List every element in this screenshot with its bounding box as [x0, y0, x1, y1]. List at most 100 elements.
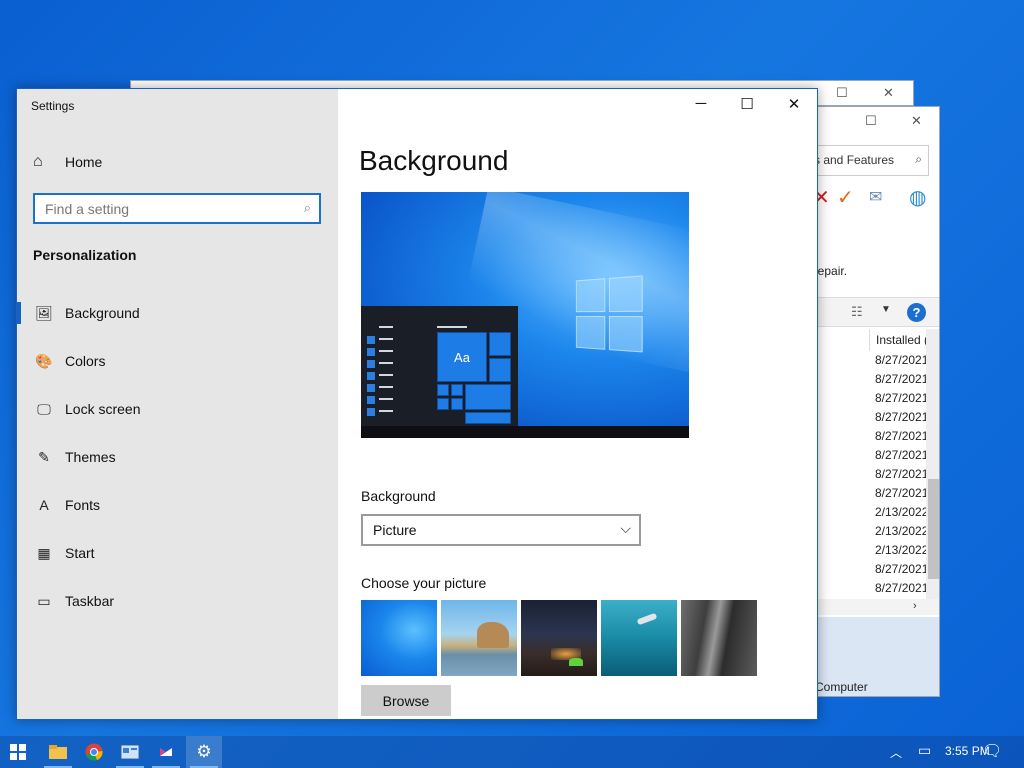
settings-taskbar-button[interactable]: ⚙ [186, 736, 222, 768]
sidebar-item-background[interactable]: 🖼 Background [17, 289, 338, 337]
installed-date-cell[interactable]: 8/27/2021 [869, 372, 929, 391]
programs-search-text: s and Features [814, 153, 895, 167]
installed-date-cell[interactable]: 2/13/2022 [869, 524, 929, 543]
back-window-maximize-button[interactable]: ☐ [836, 85, 848, 101]
windows-taskbar: ⚙ ︿ ▭ 3:55 PM 🗨 [0, 736, 1024, 768]
back-window-close-button[interactable]: ✕ [883, 85, 894, 101]
visual-studio-icon [160, 748, 172, 756]
view-list-icon[interactable]: ☷ [851, 304, 863, 320]
installed-date-cell[interactable]: 8/27/2021 [869, 429, 929, 448]
sidebar-item-label: Fonts [65, 497, 101, 513]
installed-date-cell[interactable]: 8/27/2021 [869, 448, 929, 467]
control-panel-button[interactable] [112, 736, 148, 768]
picture-rock-cliff[interactable] [681, 600, 757, 676]
browse-button[interactable]: Browse [361, 685, 451, 716]
installed-date-cell[interactable]: 8/27/2021 [869, 391, 929, 410]
window-title: Settings [31, 99, 75, 113]
start-tiles-icon: ▦ [37, 544, 51, 561]
show-hidden-icons-chevron-icon[interactable]: ︿ [890, 744, 902, 761]
font-icon: A [39, 497, 49, 513]
choose-picture-label: Choose your picture [361, 575, 487, 591]
picture-windows-default[interactable] [361, 600, 437, 676]
installed-date-cell[interactable]: 8/27/2021 [869, 486, 929, 505]
programs-window-close-button[interactable]: ✕ [911, 113, 922, 129]
folder-icon [49, 745, 67, 759]
sidebar-item-taskbar[interactable]: ▭ Taskbar [17, 577, 338, 625]
sidebar-item-colors[interactable]: 🎨 Colors [17, 337, 338, 385]
programs-window-maximize-button[interactable]: ☐ [865, 113, 877, 129]
picture-beach-rocks[interactable] [441, 600, 517, 676]
settings-window[interactable]: Settings ⌂ Home ⌕ Personalization 🖼 Backg… [16, 88, 818, 720]
find-setting-box[interactable]: ⌕ [33, 193, 321, 224]
section-title: Personalization [33, 247, 137, 263]
picture-underwater-swimmer[interactable] [601, 600, 677, 676]
sidebar-item-label: Lock screen [65, 401, 141, 417]
sidebar-item-label: Background [65, 305, 140, 321]
windows-logo-image [575, 275, 645, 355]
installed-date-cell[interactable]: 2/13/2022 [869, 543, 929, 562]
sidebar-item-themes[interactable]: ✎ Themes [17, 433, 338, 481]
windows-logo-icon [10, 744, 26, 760]
view-bar: ☷ ▼ ? [809, 297, 939, 327]
visual-studio-button[interactable] [148, 736, 184, 768]
status-bar: Computer [809, 617, 939, 696]
installed-date-cell[interactable]: 2/13/2022 [869, 505, 929, 524]
installed-on-column-header[interactable]: Installed ( [869, 329, 929, 351]
lock-screen-icon: 🖵 [37, 400, 51, 417]
search-icon[interactable]: ⌕ [304, 200, 311, 216]
sidebar-item-start[interactable]: ▦ Start [17, 529, 338, 577]
sidebar-item-lock-screen[interactable]: 🖵 Lock screen [17, 385, 338, 433]
palette-icon: 🎨 [35, 352, 53, 369]
globe-icon[interactable]: ◍ [909, 185, 926, 210]
installed-date-cell[interactable]: 8/27/2021 [869, 353, 929, 372]
installed-date-cell[interactable]: 8/27/2021 [869, 562, 929, 581]
picture-night-sky-tent[interactable] [521, 600, 597, 676]
sidebar-item-label: Themes [65, 449, 116, 465]
sidebar-item-label: Taskbar [65, 593, 115, 609]
settings-sidebar: Settings ⌂ Home ⌕ Personalization 🖼 Backg… [17, 89, 338, 719]
mail-icon[interactable]: ✉ [869, 187, 882, 207]
action-center-icon[interactable]: 🗨 [982, 741, 1002, 761]
horizontal-scrollbar[interactable]: › [809, 599, 939, 615]
background-type-value: Picture [373, 522, 417, 538]
minimize-button[interactable]: ─ [678, 95, 724, 112]
installed-date-cell[interactable]: 8/27/2021 [869, 467, 929, 486]
scroll-right-arrow-icon[interactable]: › [913, 600, 917, 612]
picture-choices [361, 600, 757, 676]
settings-main-pane: ─ ☐ ✕ Background Aa Background Picture ⌵… [338, 89, 817, 719]
sidebar-item-label: Start [65, 545, 95, 561]
installed-date-cell[interactable]: 8/27/2021 [869, 410, 929, 429]
help-icon[interactable]: ? [907, 303, 926, 322]
chevron-down-icon[interactable]: ▼ [881, 304, 891, 315]
vertical-scrollbar[interactable] [926, 329, 939, 599]
search-icon: ⌕ [915, 152, 922, 166]
checkmark-icon[interactable]: ✓ [837, 185, 854, 210]
preview-start-menu: Aa [361, 306, 518, 426]
programs-toolbar: ✕ ✓ ✉ ◍ [809, 185, 939, 215]
background-preview: Aa [361, 192, 689, 438]
sidebar-item-label: Colors [65, 353, 106, 369]
programs-features-window[interactable]: ☐ ✕ s and Features ⌕ ✕ ✓ ✉ ◍ Repair. ☷ ▼… [808, 106, 940, 697]
background-type-dropdown[interactable]: Picture ⌵ [361, 514, 641, 546]
chrome-button[interactable] [76, 736, 112, 768]
control-panel-icon [121, 745, 139, 759]
file-explorer-button[interactable] [40, 736, 76, 768]
brush-icon: ✎ [38, 448, 50, 465]
installed-date-cell[interactable]: 8/27/2021 [869, 581, 929, 600]
taskbar-icon: ▭ [37, 592, 51, 609]
home-link[interactable]: ⌂ Home [33, 151, 102, 173]
preview-tile-text: Aa [437, 332, 487, 382]
start-button[interactable] [0, 736, 36, 768]
programs-search-box[interactable]: s and Features ⌕ [809, 145, 929, 176]
scrollbar-thumb[interactable] [928, 479, 939, 579]
status-text: Computer [815, 680, 868, 694]
maximize-button[interactable]: ☐ [724, 95, 770, 113]
chrome-icon [85, 743, 103, 761]
page-title: Background [359, 145, 509, 176]
close-button[interactable]: ✕ [771, 95, 817, 113]
sidebar-item-fonts[interactable]: A Fonts [17, 481, 338, 529]
home-label: Home [65, 154, 103, 170]
network-icon[interactable]: ▭ [918, 742, 931, 759]
find-setting-input[interactable] [35, 195, 275, 222]
chevron-down-icon: ⌵ [620, 520, 631, 536]
